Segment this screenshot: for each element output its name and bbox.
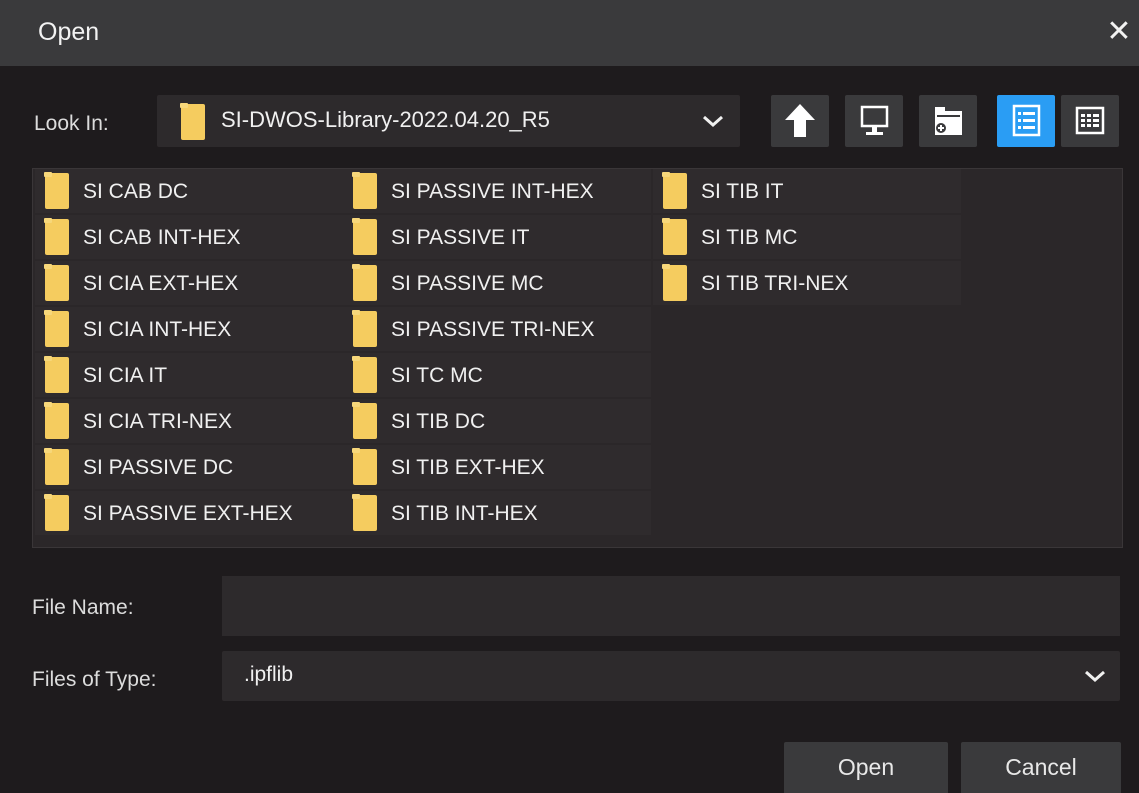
- file-list-item-label: SI TIB EXT-HEX: [391, 456, 545, 479]
- file-list-item-label: SI CIA IT: [83, 364, 168, 387]
- file-list-item[interactable]: SI CAB DC: [35, 169, 343, 213]
- folder-icon: [44, 494, 69, 531]
- file-list-item[interactable]: SI PASSIVE EXT-HEX: [35, 491, 343, 535]
- file-list-item[interactable]: SI PASSIVE IT: [343, 215, 651, 259]
- look-in-dropdown[interactable]: SI-DWOS-Library-2022.04.20_R5: [157, 95, 740, 147]
- file-list-item[interactable]: SI TIB INT-HEX: [343, 491, 651, 535]
- desktop-button[interactable]: [845, 95, 903, 147]
- files-of-type-value: .ipflib: [244, 663, 294, 686]
- details-view-button[interactable]: [1061, 95, 1119, 147]
- folder-icon: [662, 264, 687, 301]
- files-of-type-label: Files of Type:: [32, 668, 157, 691]
- files-of-type-dropdown[interactable]: .ipflib: [222, 651, 1120, 701]
- dialog-title: Open: [38, 18, 100, 46]
- file-list-item-label: SI PASSIVE INT-HEX: [391, 180, 594, 203]
- new-folder-icon: [935, 107, 962, 135]
- folder-icon: [352, 356, 377, 393]
- up-one-level-button[interactable]: [771, 95, 829, 147]
- folder-icon: [662, 172, 687, 209]
- file-list-item[interactable]: SI TIB TRI-NEX: [653, 261, 961, 305]
- folder-icon: [44, 172, 69, 209]
- monitor-icon: [860, 105, 889, 135]
- file-list-item-label: SI TIB TRI-NEX: [701, 272, 849, 295]
- look-in-label: Look In:: [34, 112, 109, 135]
- file-list-item-label: SI CAB INT-HEX: [83, 226, 241, 249]
- arrow-up-icon: [785, 104, 815, 137]
- folder-icon: [662, 218, 687, 255]
- file-list-item-label: SI CAB DC: [83, 180, 189, 203]
- file-name-label: File Name:: [32, 596, 134, 619]
- file-name-input[interactable]: [222, 576, 1120, 636]
- file-list-item[interactable]: SI TIB DC: [343, 399, 651, 443]
- folder-icon: [44, 448, 69, 485]
- chevron-down-icon: [703, 115, 723, 128]
- file-list-item-label: SI PASSIVE IT: [391, 226, 530, 249]
- file-list-item-label: SI CIA INT-HEX: [83, 318, 232, 341]
- close-icon[interactable]: ✕: [1103, 16, 1135, 48]
- folder-icon: [44, 310, 69, 347]
- cancel-button[interactable]: Cancel: [961, 742, 1121, 793]
- folder-icon: [352, 264, 377, 301]
- file-list-item-label: SI CIA TRI-NEX: [83, 410, 232, 433]
- folder-icon: [352, 494, 377, 531]
- file-list-item-label: SI PASSIVE TRI-NEX: [391, 318, 595, 341]
- file-list-item-label: SI TIB DC: [391, 410, 486, 433]
- file-list-item[interactable]: SI PASSIVE MC: [343, 261, 651, 305]
- details-view-icon: [1075, 106, 1105, 135]
- file-list-item[interactable]: SI PASSIVE TRI-NEX: [343, 307, 651, 351]
- file-list-item-label: SI TIB MC: [701, 226, 798, 249]
- file-list-item-label: SI PASSIVE DC: [83, 456, 234, 479]
- folder-icon: [44, 356, 69, 393]
- file-list-item-label: SI TC MC: [391, 364, 483, 387]
- file-list[interactable]: SI CAB DC SI CAB INT-HEX SI CIA EXT-HEX SI …: [32, 168, 1123, 548]
- look-in-value: SI-DWOS-Library-2022.04.20_R5: [221, 107, 550, 132]
- file-list-item[interactable]: SI CAB INT-HEX: [35, 215, 343, 259]
- file-list-item[interactable]: SI TC MC: [343, 353, 651, 397]
- list-view-icon: [1012, 104, 1041, 137]
- file-list-item[interactable]: SI CIA INT-HEX: [35, 307, 343, 351]
- chevron-down-icon: [1085, 670, 1105, 683]
- file-list-item-label: SI PASSIVE MC: [391, 272, 544, 295]
- file-list-item[interactable]: SI CIA IT: [35, 353, 343, 397]
- list-view-button[interactable]: [997, 95, 1055, 147]
- new-folder-button[interactable]: [919, 95, 977, 147]
- folder-icon: [352, 172, 377, 209]
- open-button[interactable]: Open: [784, 742, 948, 793]
- file-list-item[interactable]: SI TIB IT: [653, 169, 961, 213]
- file-list-item-label: SI TIB IT: [701, 180, 784, 203]
- folder-icon: [352, 310, 377, 347]
- open-dialog: Open ✕ Look In: SI-DWOS-Library-2022.04.…: [0, 0, 1139, 793]
- folder-icon: [352, 448, 377, 485]
- file-list-item-label: SI TIB INT-HEX: [391, 502, 538, 525]
- title-bar[interactable]: Open ✕: [0, 0, 1139, 66]
- folder-icon: [44, 402, 69, 439]
- file-list-item[interactable]: SI CIA TRI-NEX: [35, 399, 343, 443]
- folder-icon: [180, 103, 205, 140]
- file-list-item[interactable]: SI TIB MC: [653, 215, 961, 259]
- folder-icon: [44, 218, 69, 255]
- file-list-item-label: SI PASSIVE EXT-HEX: [83, 502, 293, 525]
- folder-icon: [352, 402, 377, 439]
- file-list-item[interactable]: SI PASSIVE DC: [35, 445, 343, 489]
- file-list-item-label: SI CIA EXT-HEX: [83, 272, 239, 295]
- file-list-item[interactable]: SI PASSIVE INT-HEX: [343, 169, 651, 213]
- folder-icon: [44, 264, 69, 301]
- folder-icon: [352, 218, 377, 255]
- file-list-item[interactable]: SI CIA EXT-HEX: [35, 261, 343, 305]
- file-list-item[interactable]: SI TIB EXT-HEX: [343, 445, 651, 489]
